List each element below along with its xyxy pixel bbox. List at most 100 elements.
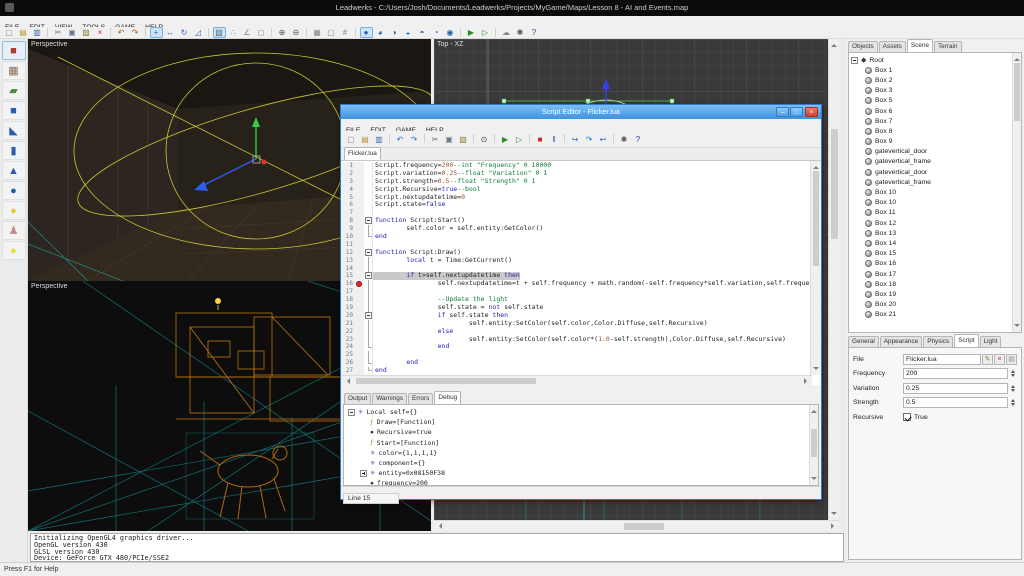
tab-flicker-lua[interactable]: Flicker.lua — [344, 147, 381, 160]
fold-margin[interactable] — [364, 225, 373, 233]
breakpoint-margin[interactable] — [355, 209, 364, 217]
tree-item[interactable]: Box 5 — [851, 96, 1011, 106]
fold-margin[interactable] — [364, 336, 373, 344]
breakpoint-margin[interactable] — [355, 241, 364, 249]
tree-item[interactable]: Box 3 — [851, 86, 1011, 96]
open-file-icon[interactable]: ▤ — [359, 133, 372, 146]
tree-item[interactable]: gatevertical_frame — [851, 157, 1011, 167]
variation-input[interactable]: 0.25 — [903, 383, 1008, 394]
model-icon[interactable]: ♟ — [2, 221, 26, 240]
tree-item[interactable]: Box 6 — [851, 106, 1011, 116]
fold-margin[interactable] — [364, 296, 373, 304]
fold-margin[interactable] — [364, 265, 373, 273]
rotate-tool-icon[interactable]: ↻ — [178, 27, 191, 38]
options-icon[interactable]: ✱ — [514, 27, 527, 38]
publish-icon[interactable]: ☁ — [500, 27, 513, 38]
view-mode-7-icon[interactable]: ◉ — [444, 27, 457, 38]
scroll-down-arrow[interactable] — [831, 512, 837, 518]
tab-physics[interactable]: Physics — [923, 336, 953, 347]
tree-item[interactable]: Box 20 — [851, 300, 1011, 310]
brush-subtract-icon[interactable]: ▦ — [2, 61, 26, 80]
tree-item[interactable]: gatevertical_frame — [851, 177, 1011, 187]
undo-icon[interactable]: ↶ — [394, 133, 407, 146]
tab-warnings[interactable]: Warnings — [372, 393, 407, 404]
fold-toggle-icon[interactable] — [365, 312, 372, 319]
code-line[interactable]: 9 self.color = self.entity:GetColor() — [342, 225, 810, 233]
scroll-down-arrow[interactable] — [813, 367, 819, 373]
fold-margin[interactable] — [364, 367, 373, 375]
save-file-icon[interactable]: ▥ — [31, 27, 44, 38]
code-line[interactable]: 13 local t = Time:GetCurrent() — [342, 257, 810, 265]
step-out-icon[interactable]: ↩ — [597, 133, 610, 146]
breakpoint-margin[interactable] — [355, 288, 364, 296]
view-mode-2-icon[interactable]: ◕ — [374, 27, 387, 38]
tab-light[interactable]: Light — [980, 336, 1002, 347]
debug-item[interactable]: ✳entity=0x08150F38 — [346, 468, 808, 478]
breakpoint-margin[interactable] — [355, 201, 364, 209]
edge-mode-icon[interactable]: ∠ — [241, 27, 254, 38]
tree-item[interactable]: Box 18 — [851, 279, 1011, 289]
fold-margin[interactable] — [364, 209, 373, 217]
debug-item[interactable]: ƒStart=[Function] — [346, 438, 808, 448]
fold-margin[interactable] — [364, 351, 373, 359]
undo-icon[interactable]: ↶ — [115, 27, 128, 38]
scroll-up-arrow[interactable] — [811, 407, 817, 413]
breakpoint-margin[interactable] — [355, 367, 364, 375]
tree-item[interactable]: gatevertical_door — [851, 167, 1011, 177]
scroll-left-arrow[interactable] — [344, 378, 350, 384]
paste-icon[interactable]: ▨ — [457, 133, 470, 146]
breakpoint-margin[interactable] — [355, 178, 364, 186]
save-file-icon[interactable]: ▥ — [373, 133, 386, 146]
breakpoint-margin[interactable] — [355, 186, 364, 194]
horizontal-scrollbar[interactable] — [434, 520, 839, 531]
clear-script-button[interactable]: × — [994, 354, 1005, 365]
camera-icon[interactable]: ▦ — [311, 27, 324, 38]
fold-margin[interactable] — [364, 280, 373, 288]
tab-appearance[interactable]: Appearance — [880, 336, 922, 347]
redo-icon[interactable]: ↷ — [129, 27, 142, 38]
brush-cube-icon[interactable]: ■ — [2, 41, 26, 60]
debug-item[interactable]: ✳color={1,1,1,1} — [346, 448, 808, 458]
scroll-down-arrow[interactable] — [811, 477, 817, 483]
tree-item[interactable]: Box 9 — [851, 137, 1011, 147]
emitter-icon[interactable]: ● — [2, 241, 26, 260]
code-line[interactable]: 26 end — [342, 359, 810, 367]
minimize-button[interactable]: – — [776, 107, 789, 117]
scroll-down-arrow[interactable] — [1014, 324, 1020, 330]
scroll-right-arrow[interactable] — [831, 523, 837, 529]
breakpoint-margin[interactable] — [355, 304, 364, 312]
file-input[interactable]: Flicker.lua — [903, 354, 981, 365]
scrollbar-thumb[interactable] — [1014, 63, 1020, 121]
scrollbar-thumb[interactable] — [811, 429, 817, 457]
breakpoint-margin[interactable] — [355, 272, 364, 280]
fold-margin[interactable] — [364, 304, 373, 312]
tree-item[interactable]: Box 10 — [851, 187, 1011, 197]
breakpoint-margin[interactable] — [355, 265, 364, 273]
edit-script-button[interactable]: ✎ — [982, 354, 993, 365]
selection-mode-icon[interactable]: ▧ — [213, 27, 226, 38]
code-line[interactable]: 10end — [342, 233, 810, 241]
code-editor[interactable]: 1Script.frequency=200--int "Frequency" 0… — [342, 161, 820, 385]
debug-item[interactable]: ●frequency=200 — [346, 478, 808, 486]
delete-icon[interactable]: × — [94, 27, 107, 38]
debug-item[interactable]: ✳component={} — [346, 458, 808, 468]
cone-icon[interactable]: ▲ — [2, 161, 26, 180]
tree-item[interactable]: Box 17 — [851, 269, 1011, 279]
layout-icon[interactable]: ▢ — [325, 27, 338, 38]
copy-icon[interactable]: ▣ — [443, 133, 456, 146]
tree-item[interactable]: Box 21 — [851, 310, 1011, 320]
fold-margin[interactable] — [364, 343, 373, 351]
run-debug-icon[interactable]: ▶ — [465, 27, 478, 38]
recursive-checkbox[interactable] — [903, 413, 911, 421]
tree-item[interactable]: Box 19 — [851, 289, 1011, 299]
breakpoint-margin[interactable] — [355, 194, 364, 202]
fold-margin[interactable] — [364, 178, 373, 186]
select-tool-icon[interactable]: + — [150, 27, 163, 38]
fold-toggle-icon[interactable] — [365, 217, 372, 224]
fold-margin[interactable] — [364, 359, 373, 367]
tab-debug[interactable]: Debug — [434, 391, 461, 404]
tree-item[interactable]: Box 15 — [851, 249, 1011, 259]
code-line[interactable]: 27end — [342, 367, 810, 375]
vertical-scrollbar[interactable] — [810, 161, 820, 375]
scroll-left-arrow[interactable] — [436, 523, 442, 529]
